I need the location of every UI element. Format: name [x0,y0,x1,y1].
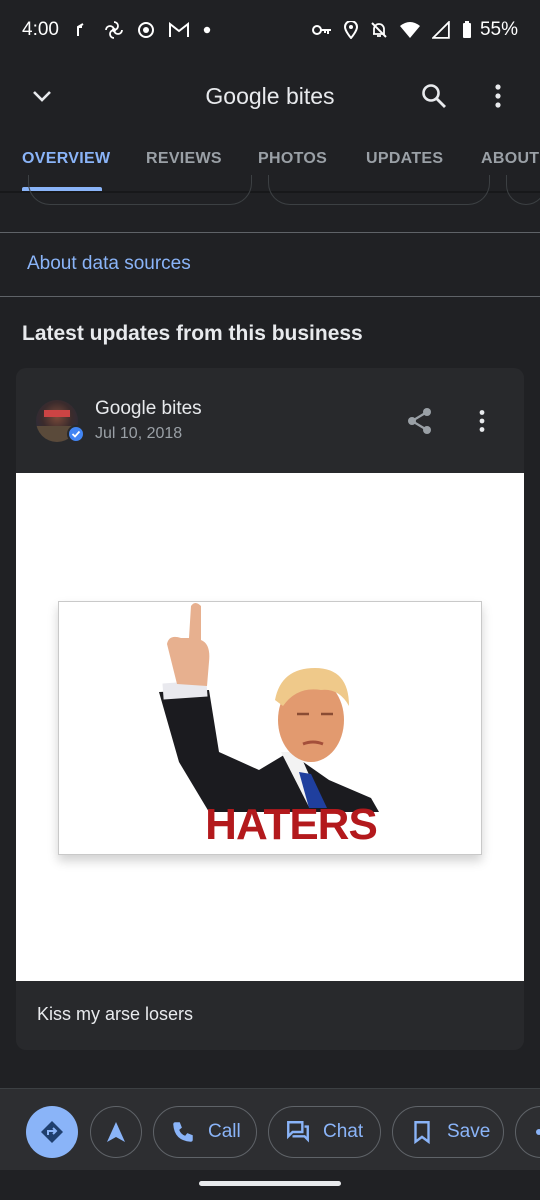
call-button[interactable]: Call [153,1106,257,1158]
directions-icon [41,1121,63,1143]
share-icon [408,408,431,434]
post-caption: Kiss my arse losers [37,1004,194,1024]
chip-clipped[interactable] [506,175,540,205]
chip-clipped[interactable] [268,175,490,205]
call-forward-icon [76,23,84,36]
more-vert-icon [479,410,485,432]
chat-icon [287,1121,309,1143]
directions-button[interactable] [26,1106,78,1158]
vpn-key-icon [311,25,331,35]
phone-icon [173,1122,193,1142]
poster-caption-text: HATERS [205,800,378,849]
chat-label: Chat [323,1121,364,1142]
pinwheel-icon [105,21,123,39]
action-bar: Call Chat Save [0,1088,540,1170]
post-more-button[interactable] [462,401,502,441]
status-bar: 4:00 55% [0,0,540,60]
tab-about[interactable]: ABOUT [481,150,539,168]
bookmark-icon [414,1121,430,1145]
dot-icon [203,26,211,34]
app-bar: Google bites [0,60,540,132]
signal-icon [431,21,450,39]
share-button[interactable] [400,401,440,441]
post-image[interactable]: HATERS [16,473,524,981]
page-title: Google bites [205,82,335,109]
verified-badge-icon [67,425,85,443]
search-icon [422,84,446,108]
tab-overview[interactable]: OVERVIEW [22,150,110,168]
about-data-sources-link[interactable]: About data sources [27,253,191,275]
start-navigation-button[interactable] [90,1106,142,1158]
battery-percent: 55% [479,19,518,40]
post-date: Jul 10, 2018 [95,425,183,442]
save-label: Save [447,1121,491,1142]
divider [0,232,540,233]
navigation-arrow-icon [107,1122,125,1142]
update-post-card[interactable]: Google bites Jul 10, 2018 HATERS Kiss my… [16,368,524,1050]
tab-photos[interactable]: PHOTOS [258,150,327,168]
tab-reviews[interactable]: REVIEWS [146,150,222,168]
call-label: Call [208,1121,241,1142]
notifications-off-icon [371,22,387,38]
wifi-icon [399,22,420,38]
tab-updates[interactable]: UPDATES [366,150,443,168]
gmail-icon [168,22,189,37]
chip-clipped[interactable] [28,175,252,205]
home-gesture-handle[interactable] [199,1181,341,1186]
search-button[interactable] [414,76,454,116]
business-name: Google bites [95,398,202,419]
target-icon [137,22,154,38]
divider [0,296,540,297]
chat-button[interactable]: Chat [268,1106,381,1158]
more-vert-icon [495,84,501,108]
more-options-button[interactable] [478,76,518,116]
more-actions-button[interactable] [515,1106,540,1158]
status-time: 4:00 [22,19,59,40]
poster-image: HATERS [58,601,482,855]
battery-icon [462,21,471,38]
section-title: Latest updates from this business [22,322,363,345]
location-icon [343,21,358,39]
more-horiz-icon [536,1129,540,1135]
save-button[interactable]: Save [392,1106,504,1158]
